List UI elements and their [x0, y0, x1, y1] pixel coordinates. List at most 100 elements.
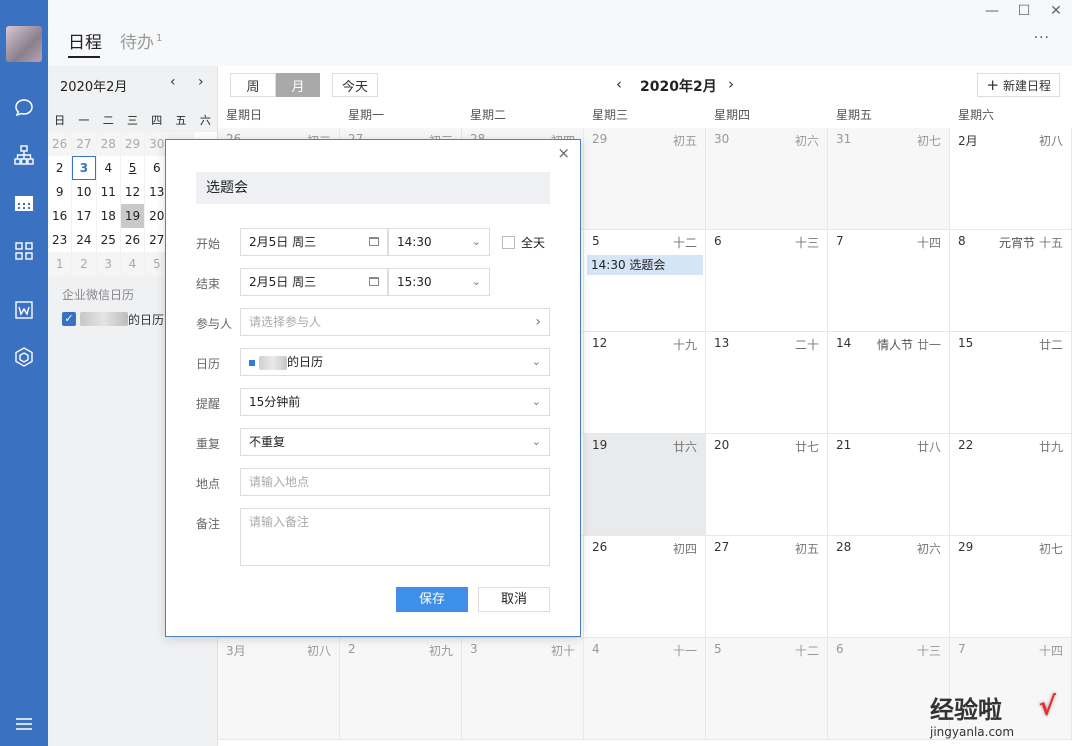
- maximize-button[interactable]: ☐: [1014, 3, 1034, 21]
- day-cell[interactable]: 3月 初八: [218, 638, 340, 740]
- day-cell[interactable]: 26 初四: [584, 536, 706, 638]
- mini-day[interactable]: 18: [96, 204, 120, 228]
- mini-day[interactable]: 10: [72, 180, 96, 204]
- mini-prev-month-button[interactable]: ‹: [170, 74, 176, 90]
- tab-todo[interactable]: 待办 1: [120, 28, 162, 53]
- mini-day[interactable]: 17: [72, 204, 96, 228]
- day-cell[interactable]: 2月 初八: [950, 128, 1072, 230]
- lunar-date: 十五: [1038, 236, 1063, 250]
- day-cell[interactable]: 14 廿一 情人节: [828, 332, 950, 434]
- mini-day[interactable]: 26: [120, 228, 145, 252]
- mini-day[interactable]: 2: [48, 156, 72, 180]
- repeat-select[interactable]: 不重复 ⌄: [240, 428, 550, 456]
- day-cell[interactable]: 29 初五: [584, 128, 706, 230]
- day-cell[interactable]: 8 十五 元宵节: [950, 230, 1072, 332]
- day-cell[interactable]: 30 初六: [706, 128, 828, 230]
- save-button[interactable]: 保存: [396, 587, 468, 612]
- day-cell[interactable]: 5 十二: [706, 638, 828, 740]
- day-number: 3: [470, 642, 478, 656]
- mini-day[interactable]: 29: [120, 132, 145, 156]
- event-title-input[interactable]: 选题会: [196, 172, 550, 204]
- end-date-picker[interactable]: 2月5日 周三: [240, 268, 388, 296]
- day-cell[interactable]: 20 廿七: [706, 434, 828, 536]
- org-chart-icon[interactable]: [12, 143, 36, 167]
- day-number: 13: [714, 336, 730, 350]
- calendar-select[interactable]: 的日历 ⌄: [240, 348, 550, 376]
- mini-day[interactable]: 3: [96, 252, 120, 276]
- all-day-checkbox[interactable]: [502, 236, 515, 249]
- mini-day[interactable]: 16: [48, 204, 72, 228]
- day-cell[interactable]: 21 廿八: [828, 434, 950, 536]
- mini-weekday-header: 六: [199, 114, 211, 127]
- mini-day[interactable]: 9: [48, 180, 72, 204]
- cube-icon[interactable]: [12, 345, 36, 369]
- day-cell[interactable]: 15 廿二: [950, 332, 1072, 434]
- close-window-button[interactable]: ✕: [1046, 3, 1066, 21]
- start-time-select[interactable]: 14:30 ⌄: [388, 228, 490, 256]
- mini-day[interactable]: 19: [120, 204, 145, 228]
- chat-icon[interactable]: [12, 96, 36, 120]
- mini-day[interactable]: 27: [72, 132, 96, 156]
- mini-day[interactable]: 23: [48, 228, 72, 252]
- day-number: 5: [592, 234, 600, 248]
- calendar-visibility-checkbox[interactable]: ✓: [62, 312, 76, 326]
- mini-day[interactable]: 26: [48, 132, 72, 156]
- end-date-value: 2月5日 周三: [249, 275, 317, 289]
- more-button[interactable]: ···: [1034, 30, 1050, 46]
- mini-weekday-header: 日: [54, 114, 66, 127]
- minimize-button[interactable]: —: [982, 3, 1002, 21]
- day-cell[interactable]: 2 初九: [340, 638, 462, 740]
- location-input[interactable]: 请输入地点: [240, 468, 550, 496]
- tab-schedule[interactable]: 日程: [68, 28, 102, 53]
- new-event-button[interactable]: + 新建日程: [977, 73, 1060, 97]
- mini-next-month-button[interactable]: ›: [198, 74, 204, 90]
- start-date-picker[interactable]: 2月5日 周三: [240, 228, 388, 256]
- apps-grid-icon[interactable]: [12, 239, 36, 263]
- start-date-value: 2月5日 周三: [249, 235, 317, 249]
- mini-day[interactable]: 2: [72, 252, 96, 276]
- reminder-select[interactable]: 15分钟前 ⌄: [240, 388, 550, 416]
- mini-day[interactable]: 28: [96, 132, 120, 156]
- prev-month-button[interactable]: ‹: [616, 75, 622, 93]
- day-number: 29: [958, 540, 974, 554]
- day-cell[interactable]: 5 十二 14:30 选题会: [584, 230, 706, 332]
- attendees-picker[interactable]: 请选择参与人 ›: [240, 308, 550, 336]
- close-icon[interactable]: ×: [557, 144, 570, 162]
- day-cell[interactable]: 19 廿六: [584, 434, 706, 536]
- menu-icon[interactable]: [12, 712, 36, 736]
- next-month-button[interactable]: ›: [728, 75, 734, 93]
- mini-day[interactable]: 1: [48, 252, 72, 276]
- mini-day[interactable]: 24: [72, 228, 96, 252]
- notes-textarea[interactable]: 请输入备注: [240, 508, 550, 566]
- doc-w-icon[interactable]: [12, 298, 36, 322]
- mini-day[interactable]: 5: [120, 156, 145, 180]
- mini-day[interactable]: 4: [120, 252, 145, 276]
- mini-day[interactable]: 12: [120, 180, 145, 204]
- mini-day[interactable]: 4: [96, 156, 120, 180]
- cancel-button[interactable]: 取消: [478, 587, 550, 612]
- lunar-date: 初五: [794, 542, 819, 556]
- day-cell[interactable]: 28 初六: [828, 536, 950, 638]
- today-button[interactable]: 今天: [332, 73, 378, 97]
- day-cell[interactable]: 6 十三: [706, 230, 828, 332]
- day-cell[interactable]: 12 十九: [584, 332, 706, 434]
- end-time-select[interactable]: 15:30 ⌄: [388, 268, 490, 296]
- calendar-icon[interactable]: [12, 191, 36, 215]
- month-view-button[interactable]: 月: [276, 73, 320, 97]
- day-cell[interactable]: 31 初七: [828, 128, 950, 230]
- day-cell[interactable]: 13 二十: [706, 332, 828, 434]
- mini-day[interactable]: 25: [96, 228, 120, 252]
- day-cell[interactable]: 4 十一: [584, 638, 706, 740]
- lunar-date: 廿六: [672, 440, 697, 454]
- mini-day[interactable]: 11: [96, 180, 120, 204]
- day-cell[interactable]: 27 初五: [706, 536, 828, 638]
- day-cell[interactable]: 7 十四: [828, 230, 950, 332]
- week-view-button[interactable]: 周: [230, 73, 276, 97]
- mini-day[interactable]: 3: [72, 156, 96, 180]
- day-cell[interactable]: 29 初七: [950, 536, 1072, 638]
- day-number: 7: [958, 642, 966, 656]
- avatar[interactable]: [6, 26, 42, 62]
- day-cell[interactable]: 3 初十: [462, 638, 584, 740]
- day-cell[interactable]: 22 廿九: [950, 434, 1072, 536]
- event-chip[interactable]: 14:30 选题会: [587, 255, 703, 275]
